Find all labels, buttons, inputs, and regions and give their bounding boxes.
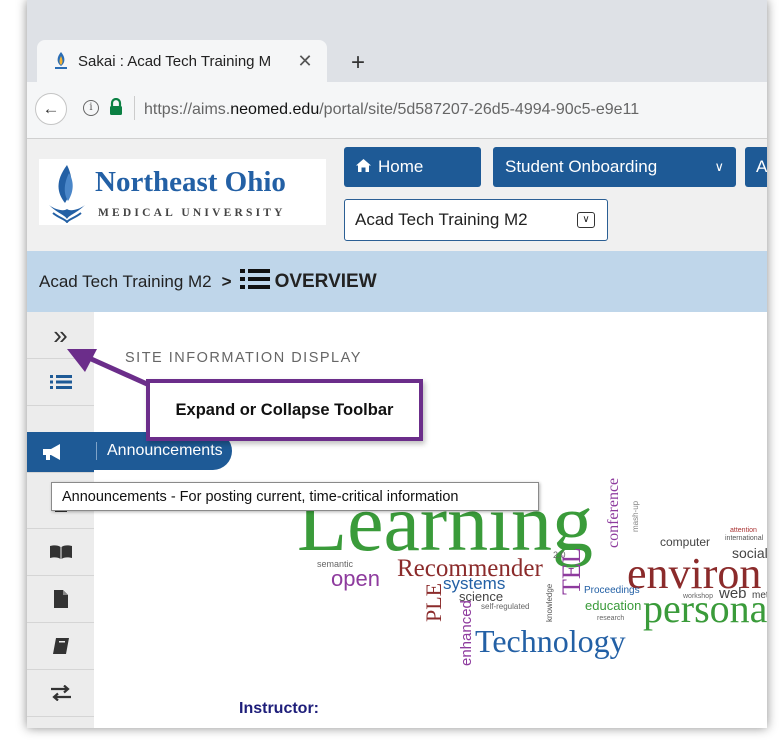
wc-computer: computer — [660, 535, 710, 549]
logo-name: Northeast Ohio — [95, 166, 286, 198]
screenshot-frame: Sakai : Acad Tech Training M ✕ + ← i htt… — [27, 0, 767, 728]
chevron-down-icon[interactable]: ∨ — [714, 159, 724, 175]
wc-ple: PLE — [421, 583, 446, 622]
breadcrumb: Acad Tech Training M2 > OVERVIEW — [27, 251, 767, 312]
list-icon — [49, 375, 72, 389]
arrows-icon — [50, 685, 71, 701]
address-divider — [134, 96, 135, 120]
new-tab-button[interactable]: + — [351, 49, 365, 77]
wc-technology: Technology — [475, 623, 626, 659]
sidebar-item-document[interactable] — [27, 576, 94, 623]
site-select-label: Acad Tech Training M2 — [355, 210, 528, 229]
url-domain: neomed.edu — [230, 101, 320, 118]
tool-sidebar: » — [27, 312, 94, 728]
sidebar-item-folder[interactable] — [27, 717, 94, 728]
announcements-tooltip: Announcements - For posting current, tim… — [51, 482, 539, 511]
flame-logo-icon — [49, 165, 85, 223]
more-sites-button[interactable]: A — [745, 147, 767, 187]
sidebar-item-exchange[interactable] — [27, 670, 94, 717]
browser-tab[interactable]: Sakai : Acad Tech Training M ✕ — [37, 40, 327, 82]
tab-close-icon[interactable]: ✕ — [293, 51, 317, 72]
wc-international: international — [725, 535, 764, 542]
site-info-heading: SITE INFORMATION DISPLAY — [125, 350, 362, 366]
home-label: Home — [378, 157, 424, 176]
site-select-dropdown[interactable]: Acad Tech Training M2 ∨ — [344, 199, 608, 241]
wc-research: research — [597, 615, 624, 622]
breadcrumb-separator: > — [221, 271, 232, 291]
lock-icon[interactable] — [108, 98, 124, 116]
site-header: Northeast Ohio MEDICAL UNIVERSITY Home S… — [27, 139, 767, 251]
wc-tel: TEL — [557, 547, 586, 595]
more-sites-label: A — [756, 157, 767, 176]
sakai-favicon-icon — [55, 52, 67, 69]
instructor-label: Instructor: — [239, 700, 319, 717]
browser-tab-bar: Sakai : Acad Tech Training M ✕ + — [27, 0, 767, 82]
info-icon[interactable]: i — [83, 100, 99, 116]
wc-knowledge: knowledge — [545, 583, 554, 622]
wc-proceedings: Proceedings — [584, 585, 640, 596]
open-book-icon — [49, 545, 72, 559]
home-button[interactable]: Home — [344, 147, 481, 187]
document-icon — [53, 590, 68, 608]
overview-list-icon — [239, 268, 270, 295]
expand-toolbar-button[interactable]: » — [27, 312, 94, 359]
wc-enhanced: enhanced — [458, 600, 475, 666]
wc-conference: conference — [605, 478, 622, 548]
wc-open: open — [331, 566, 380, 591]
student-onboarding-button[interactable]: Student Onboarding ∨ — [493, 147, 736, 187]
callout-text: Expand or Collapse Toolbar — [175, 400, 394, 419]
breadcrumb-site[interactable]: Acad Tech Training M2 — [39, 272, 212, 292]
megaphone-icon — [43, 444, 60, 460]
tab-title: Sakai : Acad Tech Training M — [78, 52, 272, 70]
url-path: /portal/site/5d587207-26d5-4994-90c5-e9e… — [319, 101, 640, 118]
breadcrumb-page: OVERVIEW — [274, 270, 377, 292]
tooltip-text: Announcements - For posting current, tim… — [62, 488, 459, 505]
expand-toolbar-icon: » — [53, 319, 68, 350]
dropdown-chevron-icon: ∨ — [577, 212, 595, 228]
wc-education: education — [585, 598, 641, 613]
address-bar[interactable]: https://aims.neomed.edu/portal/site/5d58… — [144, 101, 639, 119]
sidebar-item-syllabus[interactable] — [27, 529, 94, 576]
sidebar-item-overview[interactable] — [27, 359, 94, 406]
journal-icon — [52, 638, 69, 654]
browser-toolbar: ← i https://aims.neomed.edu/portal/site/… — [27, 82, 767, 139]
url-prefix: https://aims. — [144, 101, 231, 118]
logo-subtitle: MEDICAL UNIVERSITY — [98, 207, 286, 219]
sidebar-item-announcements[interactable] — [27, 432, 94, 473]
expand-collapse-callout: Expand or Collapse Toolbar — [146, 379, 423, 441]
back-arrow-icon[interactable]: ← — [35, 93, 67, 125]
sidebar-item-journal[interactable] — [27, 623, 94, 670]
wc-persona: persona — [643, 586, 767, 631]
home-icon — [356, 157, 371, 177]
wc-attention: attention — [730, 527, 757, 534]
student-onboarding-label: Student Onboarding — [505, 157, 658, 176]
neomed-logo[interactable]: Northeast Ohio MEDICAL UNIVERSITY — [39, 159, 326, 225]
wc-self-regulated: self-regulated — [481, 602, 529, 611]
wc-mashup: mash-up — [631, 500, 640, 532]
announcements-label: Announcements — [96, 442, 223, 460]
